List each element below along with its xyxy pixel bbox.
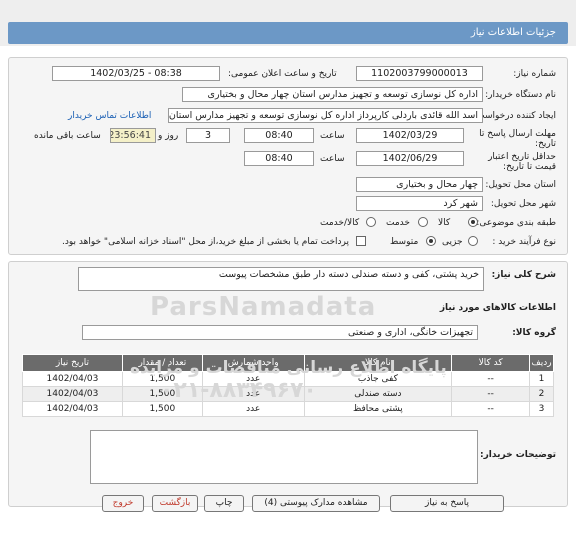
table-row: 1 -- کفی جاذب عدد 1,500 1402/04/03 — [22, 371, 554, 387]
category-option-service: خدمت — [386, 218, 410, 228]
validity-time-label: ساعت — [320, 154, 345, 164]
validity-label-date: قیمت تا تاریخ: — [503, 162, 556, 172]
creator-field: اسد الله قائدی باردلی کارپرداز اداره کل … — [168, 108, 483, 123]
need-number-field: 1102003799000013 — [356, 66, 483, 81]
category-label: طبقه بندی موضوعی: — [476, 218, 556, 228]
buyer-org-label: نام دستگاه خریدار: — [485, 90, 556, 100]
cell-goods-code: -- — [451, 386, 531, 402]
validity-label: حداقل تاریخ اعتبار — [488, 152, 556, 162]
cell-unit: عدد — [201, 371, 305, 387]
summary-label: شرح کلی نیاز: — [491, 270, 556, 280]
cell-goods-name: کفی جاذب — [303, 371, 453, 387]
cell-unit: عدد — [201, 401, 305, 417]
cell-goods-name: پشتی محافظ — [303, 401, 453, 417]
contact-info-link[interactable]: اطلاعات تماس خریدار — [68, 111, 151, 121]
deadline-label: مهلت ارسال پاسخ تا — [479, 129, 556, 139]
cell-unit: عدد — [201, 386, 305, 402]
creator-label: ایجاد کننده درخواست: — [473, 111, 556, 121]
cell-row-number: 2 — [529, 386, 554, 402]
buyer-notes-label: توضیحات خریدار: — [480, 450, 556, 460]
title-bar: جزئیات اطلاعات نیاز — [8, 22, 568, 44]
need-number-label: شماره نیاز: — [513, 69, 556, 79]
category-option-goods: کالا — [438, 218, 451, 228]
process-option-minor: جزیی — [442, 237, 463, 247]
cell-need-date: 1402/04/03 — [22, 386, 123, 402]
validity-date-field: 1402/06/29 — [356, 151, 464, 166]
table-row: 2 -- دسته صندلی عدد 1,500 1402/04/03 — [22, 386, 554, 402]
deadline-time-field: 08:40 — [244, 128, 314, 143]
goods-table: ردیف کد کالا نام کالا واحد شمارش تعداد /… — [22, 354, 554, 417]
page-title: جزئیات اطلاعات نیاز — [470, 27, 556, 38]
process-option-medium: متوسط — [390, 237, 419, 247]
attachments-button[interactable]: مشاهده مدارک پیوستی (4) — [252, 495, 380, 512]
page-header: جزئیات اطلاعات نیاز — [0, 0, 576, 46]
header-row-number: ردیف — [529, 354, 554, 372]
header-quantity: تعداد / مقدار — [121, 354, 203, 372]
cell-goods-name: دسته صندلی — [303, 386, 453, 402]
table-header-row: ردیف کد کالا نام کالا واحد شمارش تعداد /… — [22, 354, 554, 372]
process-radio-minor[interactable] — [468, 236, 478, 246]
remaining-time-field: 23:56:41 — [110, 128, 156, 143]
treasury-payment-checkbox[interactable] — [356, 236, 366, 246]
header-unit: واحد شمارش — [201, 354, 305, 372]
summary-field: خرید پشتی، کفی و دسته صندلی دسته دار طبق… — [78, 267, 484, 291]
back-button[interactable]: بازگشت — [152, 495, 198, 512]
deadline-time-label: ساعت — [320, 131, 345, 141]
cell-quantity: 1,500 — [121, 371, 203, 387]
category-radio-service[interactable] — [418, 217, 428, 227]
group-label: گروه کالا: — [512, 328, 556, 338]
cell-quantity: 1,500 — [121, 401, 203, 417]
province-field: چهار محال و بختیاری — [356, 177, 483, 192]
days-field: 3 — [186, 128, 230, 143]
cell-goods-code: -- — [451, 371, 531, 387]
cell-quantity: 1,500 — [121, 386, 203, 402]
cell-need-date: 1402/04/03 — [22, 371, 123, 387]
header-goods-code: کد کالا — [451, 354, 531, 372]
days-label: روز و — [158, 131, 179, 141]
goods-heading: اطلاعات کالاهای مورد نیاز — [439, 303, 556, 313]
cell-row-number: 1 — [529, 371, 554, 387]
reply-button[interactable]: پاسخ به نیاز — [390, 495, 504, 512]
header-goods-name: نام کالا — [303, 354, 453, 372]
category-radio-both[interactable] — [366, 217, 376, 227]
process-radio-medium[interactable] — [426, 236, 436, 246]
validity-time-field: 08:40 — [244, 151, 314, 166]
deadline-date-field: 1402/03/29 — [356, 128, 464, 143]
action-bar: پاسخ به نیاز مشاهده مدارک پیوستی (4) چاپ… — [8, 490, 568, 517]
announce-label: تاریخ و ساعت اعلان عمومی: — [228, 69, 337, 79]
treasury-payment-note: پرداخت تمام یا بخشی از مبلغ خرید،از محل … — [62, 237, 350, 247]
print-button[interactable]: چاپ — [204, 495, 244, 512]
deadline-label-date: تاریخ: — [535, 139, 556, 149]
buyer-org-field: اداره کل نوسازی توسعه و تجهیز مدارس استا… — [182, 87, 483, 102]
group-field: تجهیزات خانگی، اداری و صنعتی — [82, 325, 478, 340]
category-radio-goods[interactable] — [468, 217, 478, 227]
header-need-date: تاریخ نیاز — [22, 354, 123, 372]
category-option-both: کالا/خدمت — [320, 218, 360, 228]
province-label: استان محل تحویل: — [485, 180, 556, 190]
process-label: نوع فرآیند خرید : — [492, 237, 556, 247]
remaining-label: ساعت باقی مانده — [34, 131, 101, 141]
announce-field: 1402/03/25 - 08:38 — [52, 66, 220, 81]
buyer-notes-field — [90, 430, 478, 484]
table-row: 3 -- پشتی محافظ عدد 1,500 1402/04/03 — [22, 401, 554, 417]
exit-button[interactable]: خروج — [102, 495, 144, 512]
cell-row-number: 3 — [529, 401, 554, 417]
cell-goods-code: -- — [451, 401, 531, 417]
city-field: شهر کرد — [356, 196, 483, 211]
city-label: شهر محل تحویل: — [490, 199, 556, 209]
cell-need-date: 1402/04/03 — [22, 401, 123, 417]
